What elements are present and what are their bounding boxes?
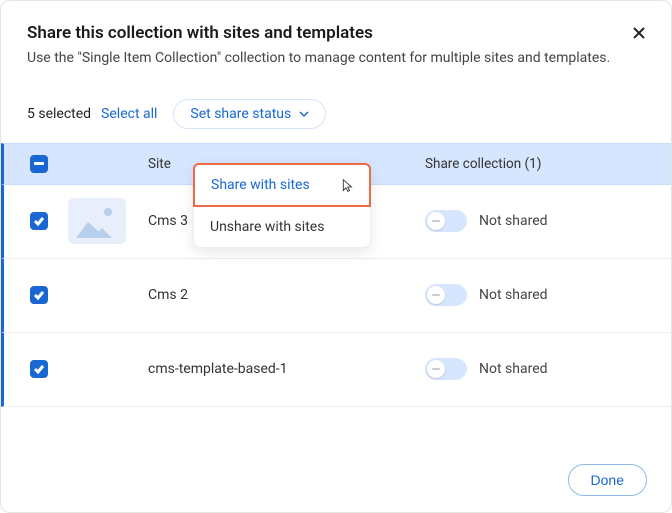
select-all-checkbox[interactable] (30, 155, 48, 173)
modal-title: Share this collection with sites and tem… (27, 23, 645, 43)
site-thumbnail (68, 272, 126, 318)
close-icon (631, 25, 647, 41)
table-row: Cms 2 Not shared (1, 259, 671, 333)
share-status-label: Not shared (479, 361, 548, 377)
set-share-status-button[interactable]: Set share status (173, 99, 326, 129)
done-button[interactable]: Done (568, 464, 647, 496)
site-name: Cms 2 (148, 287, 425, 303)
chevron-down-icon (299, 109, 309, 119)
dropdown-item-label: Unshare with sites (210, 219, 324, 235)
dropdown-share-with-sites[interactable]: Share with sites (193, 163, 371, 207)
site-thumbnail (68, 346, 126, 392)
site-name: cms-template-based-1 (148, 361, 425, 377)
row-checkbox[interactable] (30, 360, 48, 378)
row-checkbox[interactable] (30, 212, 48, 230)
share-modal: Share this collection with sites and tem… (0, 0, 672, 513)
share-toggle[interactable] (425, 210, 467, 232)
selected-count: 5 selected (27, 106, 91, 122)
share-toggle[interactable] (425, 284, 467, 306)
cursor-icon (337, 177, 355, 195)
share-status-dropdown: Share with sites Unshare with sites (193, 163, 371, 248)
close-button[interactable] (629, 23, 649, 43)
check-icon (33, 215, 45, 227)
share-status-label: Not shared (479, 213, 548, 229)
modal-footer: Done (568, 464, 647, 496)
toolbar: 5 selected Select all Set share status (1, 81, 671, 143)
dropdown-unshare-with-sites[interactable]: Unshare with sites (194, 207, 370, 247)
indeterminate-icon (34, 162, 44, 165)
modal-header: Share this collection with sites and tem… (1, 1, 671, 81)
column-share: Share collection (1) (425, 156, 645, 172)
set-share-status-label: Set share status (190, 106, 291, 122)
table-row: cms-template-based-1 Not shared (1, 333, 671, 407)
share-toggle[interactable] (425, 358, 467, 380)
check-icon (33, 363, 45, 375)
select-all-link[interactable]: Select all (101, 106, 157, 122)
dropdown-item-label: Share with sites (211, 177, 310, 193)
share-status-label: Not shared (479, 287, 548, 303)
row-checkbox[interactable] (30, 286, 48, 304)
site-thumbnail (68, 198, 126, 244)
modal-subtitle: Use the "Single Item Collection" collect… (27, 49, 645, 69)
check-icon (33, 289, 45, 301)
